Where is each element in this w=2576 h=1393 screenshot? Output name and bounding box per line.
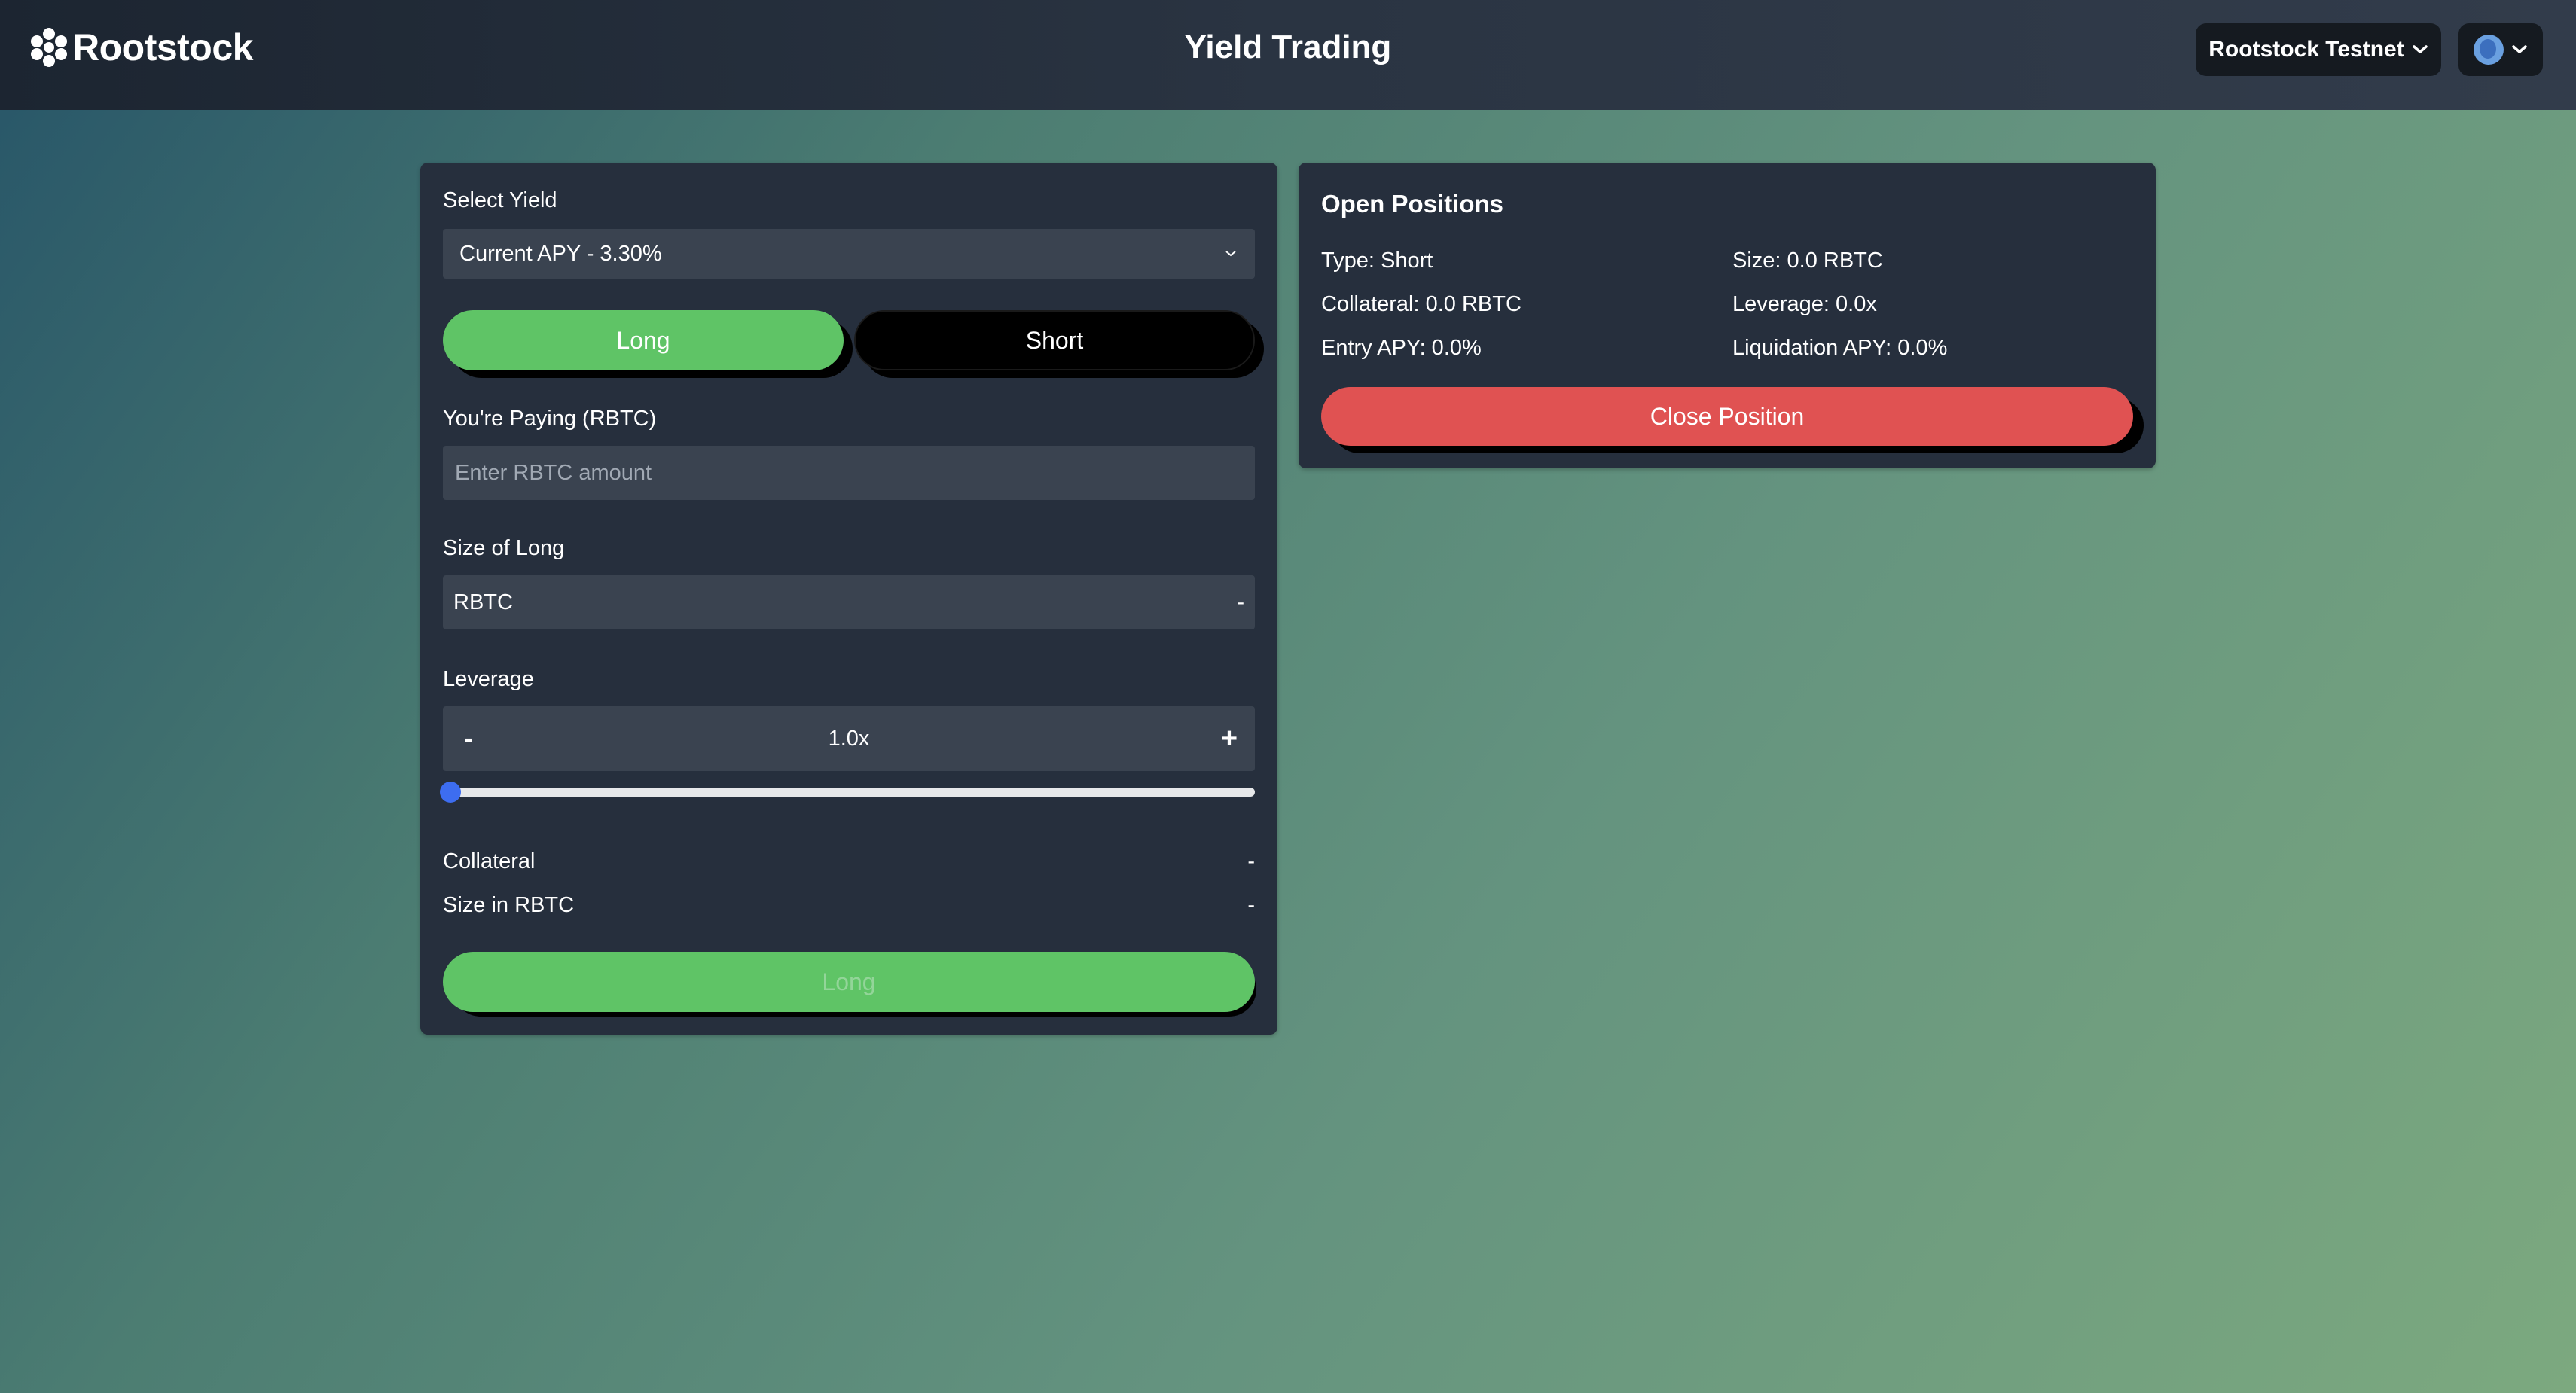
- position-type: Type: Short: [1321, 248, 1433, 273]
- leverage-slider[interactable]: [440, 782, 1255, 803]
- short-toggle-wrap: Short: [854, 310, 1264, 378]
- size-unit: RBTC: [453, 590, 513, 614]
- leverage-label: Leverage: [443, 667, 534, 691]
- position-leverage: Leverage: 0.0x: [1732, 292, 1877, 316]
- close-position-button[interactable]: Close Position: [1321, 387, 2133, 446]
- network-label: Rootstock Testnet: [2208, 37, 2404, 62]
- position-entry-apy: Entry APY: 0.0%: [1321, 336, 1482, 360]
- position-size: Size: 0.0 RBTC: [1732, 248, 1883, 273]
- open-positions-panel: Open Positions Type: Short Size: 0.0 RBT…: [1299, 163, 2156, 468]
- size-rbtc-row: Size in RBTC -: [443, 893, 1255, 918]
- size-label: Size of Long: [443, 536, 565, 560]
- position-collateral: Collateral: 0.0 RBTC: [1321, 292, 1521, 316]
- network-selector-button[interactable]: Rootstock Testnet: [2196, 23, 2441, 76]
- yield-select[interactable]: Current APY - 3.30%: [443, 229, 1255, 279]
- top-header: Rootstock Yield Trading Rootstock Testne…: [0, 0, 2576, 110]
- submit-long-button[interactable]: Long: [443, 952, 1255, 1012]
- size-value: -: [1237, 590, 1244, 614]
- collateral-row: Collateral -: [443, 849, 1255, 874]
- leverage-slider-handle[interactable]: [440, 782, 461, 803]
- size-rbtc-value: -: [1247, 893, 1255, 917]
- chevron-down-icon: [2512, 45, 2527, 53]
- leverage-value: 1.0x: [828, 726, 870, 751]
- size-rbtc-label: Size in RBTC: [443, 893, 575, 917]
- paying-label: You're Paying (RBTC): [443, 407, 657, 431]
- leverage-decrease-button[interactable]: -: [453, 723, 484, 755]
- collateral-value: -: [1247, 849, 1255, 873]
- collateral-label: Collateral: [443, 849, 536, 873]
- close-position-wrap: Close Position: [1321, 387, 2144, 453]
- rbtc-amount-input[interactable]: [453, 459, 1244, 486]
- account-avatar-icon: [2474, 35, 2504, 65]
- chevron-down-icon: [1225, 251, 1236, 257]
- tab-short[interactable]: Short: [854, 310, 1255, 370]
- size-field: RBTC -: [443, 575, 1255, 629]
- leverage-increase-button[interactable]: +: [1214, 723, 1244, 755]
- yield-select-value: Current APY - 3.30%: [459, 241, 662, 266]
- trade-panel: Select Yield Current APY - 3.30% Long Sh…: [420, 163, 1277, 1035]
- select-yield-label: Select Yield: [443, 188, 557, 212]
- chevron-down-icon: [2412, 45, 2428, 53]
- tab-long[interactable]: Long: [443, 310, 844, 370]
- page-title: Yield Trading: [1184, 29, 1392, 66]
- position-liquidation-apy: Liquidation APY: 0.0%: [1732, 336, 1948, 360]
- open-positions-title: Open Positions: [1321, 190, 1504, 218]
- paying-field: [443, 446, 1255, 500]
- submit-wrap: Long: [443, 952, 1256, 1017]
- long-toggle-wrap: Long: [443, 310, 853, 378]
- leverage-stepper: - 1.0x +: [443, 706, 1255, 771]
- account-menu-button[interactable]: [2458, 23, 2543, 76]
